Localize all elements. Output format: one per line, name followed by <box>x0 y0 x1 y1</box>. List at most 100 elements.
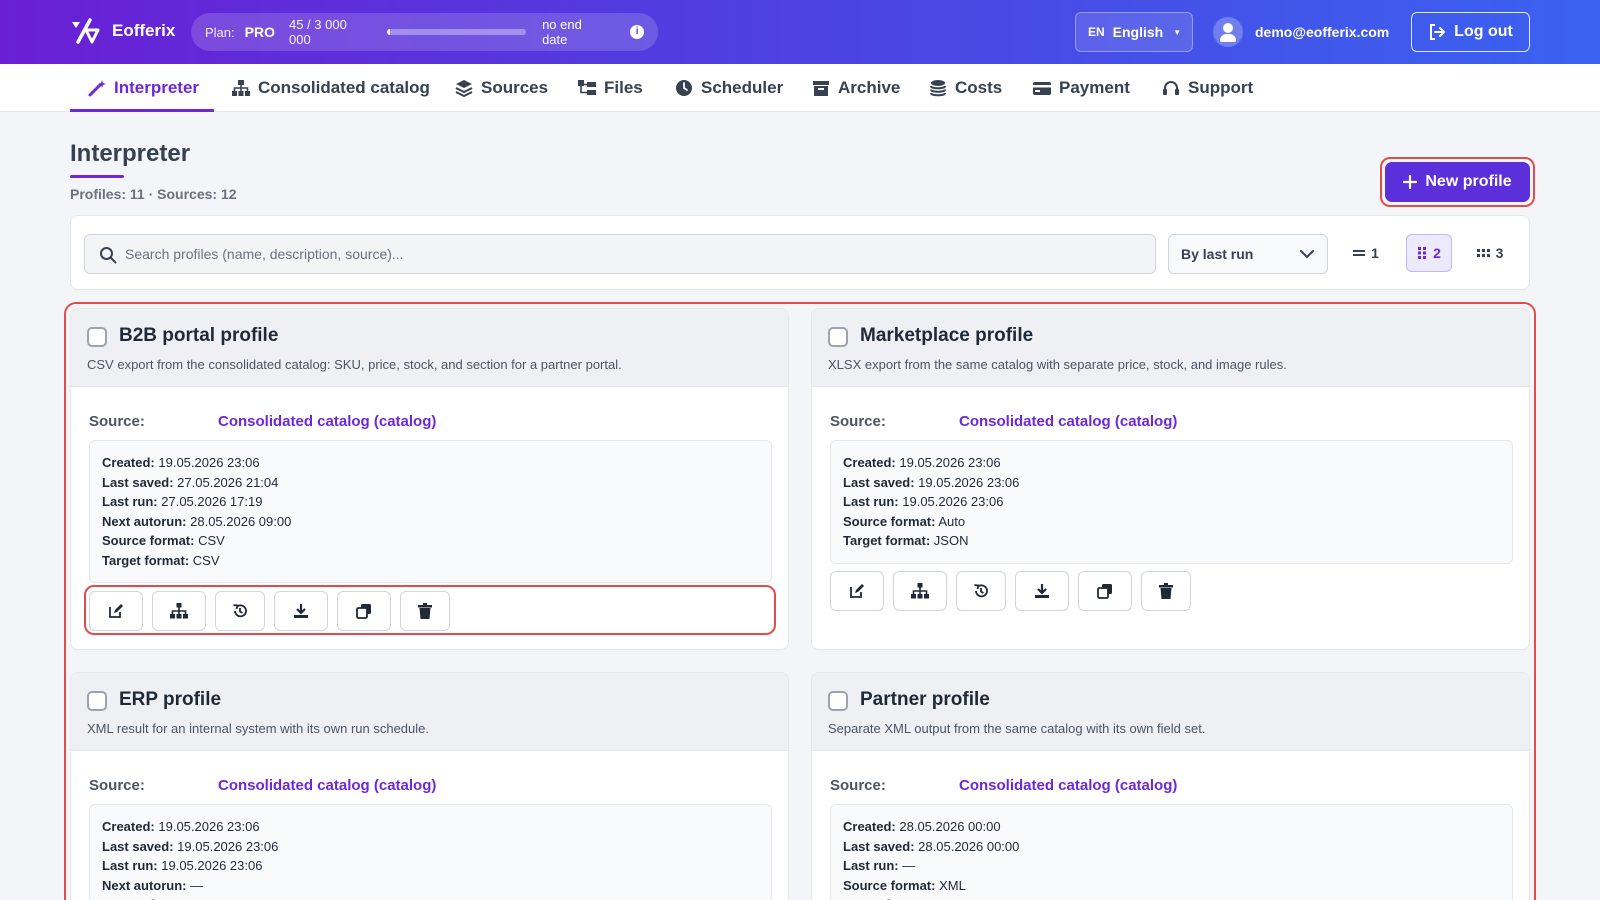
duplicate-button[interactable] <box>1078 571 1132 611</box>
two-column-icon <box>1418 247 1427 259</box>
columns-3-label: 3 <box>1495 245 1504 261</box>
meta-row: Next autorun: 28.05.2026 09:00 <box>102 512 759 532</box>
nav-item-archive[interactable]: Archive <box>812 64 900 112</box>
layers-icon <box>455 80 473 97</box>
edit-profile-button[interactable] <box>830 571 884 611</box>
plan-usage-bar-fill <box>387 29 391 35</box>
language-code: EN <box>1088 25 1105 39</box>
source-link[interactable]: Consolidated catalog (catalog) <box>959 413 1177 430</box>
profile-meta: Created: 28.05.2026 00:00 Last saved: 28.… <box>830 804 1513 900</box>
source-link[interactable]: Consolidated catalog (catalog) <box>218 777 436 794</box>
meta-row: Created: 19.05.2026 23:06 <box>102 453 759 473</box>
meta-row: Last run: 19.05.2026 23:06 <box>843 492 1500 512</box>
logout-label: Log out <box>1454 23 1513 40</box>
new-profile-button[interactable]: New profile <box>1385 162 1530 202</box>
columns-2-button[interactable]: 2 <box>1406 234 1452 272</box>
profile-description: XLSX export from the same catalog with s… <box>828 357 1287 372</box>
three-column-icon <box>1476 249 1490 257</box>
title-underline <box>70 175 124 178</box>
meta-key: Last saved: <box>843 838 915 854</box>
meta-value: 19.05.2026 23:06 <box>158 455 260 470</box>
top-bar: Eofferix Plan: PRO 45 / 3 000 000 no end… <box>0 0 1600 64</box>
meta-value: 19.05.2026 23:06 <box>161 858 263 873</box>
user-account[interactable]: demo@eofferix.com <box>1213 17 1389 47</box>
meta-value: — <box>902 858 916 873</box>
info-icon[interactable]: i <box>630 25 645 39</box>
archive-icon <box>813 81 829 96</box>
nav-label: Files <box>604 78 643 97</box>
meta-value: CSV <box>198 533 225 548</box>
headset-icon <box>1163 81 1179 95</box>
nav-label: Scheduler <box>701 78 784 97</box>
delete-button[interactable] <box>1141 571 1191 611</box>
columns-1-button[interactable]: 1 <box>1343 234 1389 272</box>
meta-key: Created: <box>102 819 155 834</box>
meta-key: Target format: <box>843 533 931 548</box>
plan-end-date: no end date <box>542 17 582 47</box>
meta-row: Created: 19.05.2026 23:06 <box>843 453 1500 473</box>
nav-label: Payment <box>1059 78 1130 97</box>
app-logo[interactable]: Eofferix <box>70 18 175 44</box>
source-link[interactable]: Consolidated catalog (catalog) <box>959 777 1177 794</box>
wand-icon <box>88 80 106 97</box>
nav-item-scheduler[interactable]: Scheduler <box>675 64 783 112</box>
language-selector[interactable]: EN English ▼ <box>1075 12 1193 52</box>
nav-item-files[interactable]: Files <box>578 64 643 112</box>
meta-value: 28.05.2026 00:00 <box>899 819 1001 834</box>
nav-label: Interpreter <box>114 78 200 97</box>
profile-select-checkbox[interactable] <box>828 327 848 347</box>
nav-label: Consolidated catalog <box>258 78 430 97</box>
search-box <box>84 234 1156 274</box>
meta-value: JSON <box>933 533 969 548</box>
meta-key: Last run: <box>843 494 899 509</box>
meta-row: Last run: 27.05.2026 17:19 <box>102 492 759 512</box>
profile-select-checkbox[interactable] <box>87 691 107 711</box>
trash-icon <box>1159 583 1173 599</box>
credit-card-icon <box>1033 82 1051 95</box>
profile-card: ERP profile XML result for an internal s… <box>70 672 789 900</box>
coins-icon <box>930 80 946 97</box>
search-input[interactable] <box>125 246 1155 262</box>
profile-select-checkbox[interactable] <box>828 691 848 711</box>
meta-row: Created: 28.05.2026 00:00 <box>843 817 1500 837</box>
meta-key: Target format: <box>102 552 190 568</box>
meta-row: Source format: Auto <box>843 512 1500 532</box>
source-link[interactable]: Consolidated catalog (catalog) <box>218 413 436 430</box>
nav-item-interpreter[interactable]: Interpreter <box>70 64 214 112</box>
nav-item-support[interactable]: Support <box>1162 64 1253 112</box>
columns-3-button[interactable]: 3 <box>1467 234 1513 272</box>
profile-card-header: B2B portal profile CSV export from the c… <box>71 309 788 387</box>
plan-label: Plan: <box>205 24 235 40</box>
copy-icon <box>1097 583 1113 599</box>
profile-source-counts: Profiles: 11 · Sources: 12 <box>70 186 237 202</box>
history-button[interactable] <box>956 571 1006 611</box>
nav-item-consolidated-catalog[interactable]: Consolidated catalog <box>232 64 430 112</box>
profile-title: ERP profile <box>119 689 222 710</box>
nav-label: Sources <box>481 78 549 97</box>
sitemap-icon <box>911 583 929 599</box>
profile-meta: Created: 19.05.2026 23:06 Last saved: 19.… <box>830 440 1513 564</box>
meta-value: XML <box>939 877 966 893</box>
profile-select-checkbox[interactable] <box>87 327 107 347</box>
nav-item-sources[interactable]: Sources <box>455 64 548 112</box>
meta-value: CSV <box>192 552 220 568</box>
meta-key: Created: <box>102 455 155 470</box>
source-label: Source: <box>89 413 145 430</box>
meta-row: Last saved: 19.05.2026 23:06 <box>102 837 759 857</box>
download-button[interactable] <box>1015 571 1069 611</box>
meta-row: Next autorun: — <box>102 876 759 896</box>
meta-row: Last saved: 19.05.2026 23:06 <box>843 473 1500 493</box>
source-label: Source: <box>830 777 886 794</box>
meta-value: 19.05.2026 23:06 <box>899 455 1001 470</box>
actions-highlight <box>84 585 776 635</box>
nav-item-costs[interactable]: Costs <box>929 64 1002 112</box>
folder-tree-icon <box>578 80 596 95</box>
sort-select[interactable]: By last run <box>1168 234 1328 274</box>
logout-button[interactable]: Log out <box>1411 12 1530 52</box>
nav-item-payment[interactable]: Payment <box>1033 64 1130 112</box>
user-email: demo@eofferix.com <box>1255 24 1390 40</box>
mapping-button[interactable] <box>893 571 947 611</box>
meta-key: Source format: <box>843 877 936 893</box>
meta-row: Source format: Auto <box>102 895 759 900</box>
meta-value: 27.05.2026 21:04 <box>177 474 279 490</box>
